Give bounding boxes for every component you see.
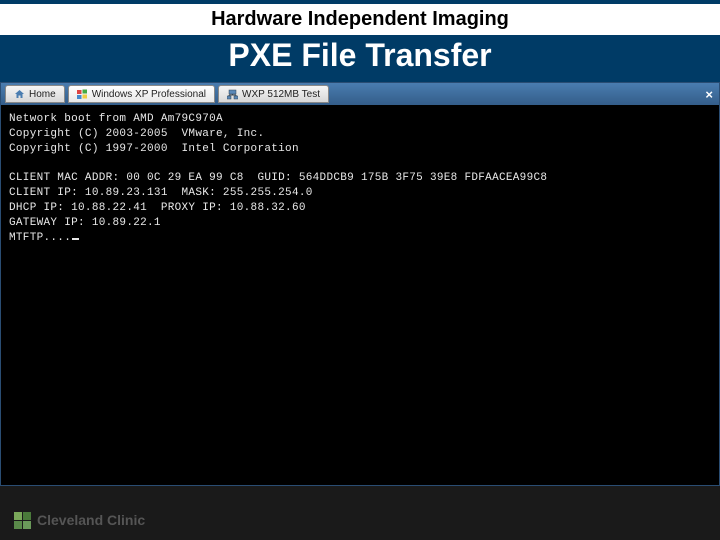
console-line: Copyright (C) 2003-2005 VMware, Inc. [9,128,264,140]
vm-window: Home Windows XP Professional [0,82,720,486]
text-cursor [72,238,79,240]
brand-name: Cleveland Clinic [37,512,145,528]
tab-label: Home [29,89,56,100]
header-topline: Hardware Independent Imaging [0,4,720,35]
brand-logo-icon [14,512,31,529]
tab-wxp-test[interactable]: WXP 512MB Test [218,85,329,103]
home-icon [14,89,25,100]
footer: Cleveland Clinic [0,500,720,540]
console-line: Copyright (C) 1997-2000 Intel Corporatio… [9,143,299,155]
tab-label: Windows XP Professional [92,89,206,100]
tab-windows-xp[interactable]: Windows XP Professional [68,85,215,103]
console-line: CLIENT MAC ADDR: 00 0C 29 EA 99 C8 GUID:… [9,172,547,184]
slide-header: Hardware Independent Imaging PXE File Tr… [0,0,720,82]
console-line: GATEWAY IP: 10.89.22.1 [9,217,161,229]
console-line: DHCP IP: 10.88.22.41 PROXY IP: 10.88.32.… [9,202,306,214]
tab-home[interactable]: Home [5,85,65,103]
tab-label: WXP 512MB Test [242,89,320,100]
console-output: Network boot from AMD Am79C970A Copyrigh… [1,105,719,485]
console-line: Network boot from AMD Am79C970A [9,113,223,125]
console-line: CLIENT IP: 10.89.23.131 MASK: 255.255.25… [9,187,313,199]
footer-brand: Cleveland Clinic [14,512,145,529]
close-icon[interactable]: × [705,87,713,102]
tab-bar: Home Windows XP Professional [1,83,719,105]
windows-icon [77,89,88,100]
console-line: MTFTP.... [9,232,71,244]
header-title: PXE File Transfer [0,37,720,74]
node-icon [227,89,238,100]
